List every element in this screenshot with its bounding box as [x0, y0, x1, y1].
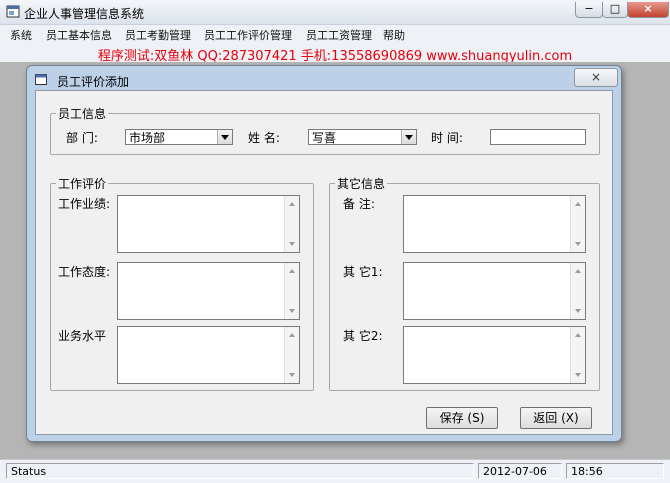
remark-label: 备 注: — [343, 197, 375, 211]
status-bar: Status 2012-07-06 18:56 — [0, 459, 670, 483]
chevron-down-icon[interactable] — [217, 130, 232, 144]
work-evaluation-legend: 工作评价 — [58, 177, 107, 191]
scroll-down-icon[interactable] — [575, 309, 581, 313]
name-select[interactable]: 写喜 — [308, 129, 417, 145]
dialog-icon — [35, 74, 47, 85]
scroll-down-icon[interactable] — [575, 373, 581, 377]
vertical-scrollbar[interactable] — [284, 263, 299, 319]
dialog-close-button[interactable]: × — [574, 68, 618, 87]
skill-textarea[interactable] — [117, 326, 300, 384]
vertical-scrollbar[interactable] — [284, 196, 299, 252]
time-label: 时 间: — [431, 131, 463, 145]
dept-value: 市场部 — [129, 131, 166, 145]
evaluation-add-dialog: 员工评价添加 × 员工信息 部 门: 市场部 姓 名: 写喜 时 间: 工作评价… — [26, 65, 622, 442]
back-button[interactable]: 返回 (X) — [520, 407, 592, 429]
time-input[interactable] — [490, 129, 586, 145]
dept-label: 部 门: — [66, 131, 98, 145]
scroll-up-icon[interactable] — [289, 202, 295, 206]
other-info-legend: 其它信息 — [337, 177, 386, 191]
scroll-up-icon[interactable] — [289, 333, 295, 337]
app-icon — [6, 5, 20, 18]
scroll-down-icon[interactable] — [289, 242, 295, 246]
vertical-scrollbar[interactable] — [570, 327, 585, 383]
dialog-client: 员工信息 部 门: 市场部 姓 名: 写喜 时 间: 工作评价 工作业绩: 工作… — [35, 90, 613, 435]
scroll-up-icon[interactable] — [289, 269, 295, 273]
chevron-down-icon[interactable] — [401, 130, 416, 144]
menu-salary[interactable]: 员工工资管理 — [306, 27, 372, 43]
menu-employee-info[interactable]: 员工基本信息 — [46, 27, 112, 43]
vertical-scrollbar[interactable] — [284, 327, 299, 383]
minimize-button[interactable]: − — [575, 2, 603, 18]
performance-textarea[interactable] — [117, 195, 300, 253]
menu-system[interactable]: 系统 — [10, 27, 32, 43]
dialog-title: 员工评价添加 — [57, 75, 130, 89]
menu-help[interactable]: 帮助 — [383, 27, 405, 43]
menu-evaluation[interactable]: 员工工作评价管理 — [204, 27, 292, 43]
other1-label: 其 它1: — [343, 265, 383, 279]
scroll-up-icon[interactable] — [575, 202, 581, 206]
vertical-scrollbar[interactable] — [570, 196, 585, 252]
status-text: Status — [6, 463, 474, 479]
attitude-label: 工作态度: — [58, 265, 111, 279]
other2-label: 其 它2: — [343, 329, 383, 343]
save-button[interactable]: 保存 (S) — [426, 407, 498, 429]
maximize-button[interactable]: □ — [602, 2, 628, 18]
remark-textarea[interactable] — [403, 195, 586, 253]
attitude-textarea[interactable] — [117, 262, 300, 320]
name-label: 姓 名: — [248, 131, 280, 145]
employee-info-legend: 员工信息 — [58, 107, 107, 121]
name-value: 写喜 — [312, 131, 337, 145]
other2-textarea[interactable] — [403, 326, 586, 384]
other1-textarea[interactable] — [403, 262, 586, 320]
close-button[interactable]: × — [627, 2, 669, 18]
vertical-scrollbar[interactable] — [570, 263, 585, 319]
menu-bar: 系统 员工基本信息 员工考勤管理 员工工作评价管理 员工工资管理 帮助 — [0, 25, 670, 43]
performance-label: 工作业绩: — [58, 197, 111, 211]
skill-label: 业务水平 — [58, 329, 107, 343]
scroll-down-icon[interactable] — [575, 242, 581, 246]
scroll-up-icon[interactable] — [575, 333, 581, 337]
status-date: 2012-07-06 — [478, 463, 562, 479]
menu-attendance[interactable]: 员工考勤管理 — [125, 27, 191, 43]
scroll-down-icon[interactable] — [289, 309, 295, 313]
app-title-bar: 企业人事管理信息系统 − □ × — [0, 0, 670, 25]
dept-select[interactable]: 市场部 — [125, 129, 233, 145]
status-time: 18:56 — [566, 463, 664, 479]
scroll-up-icon[interactable] — [575, 269, 581, 273]
app-title: 企业人事管理信息系统 — [24, 7, 145, 21]
scroll-down-icon[interactable] — [289, 373, 295, 377]
